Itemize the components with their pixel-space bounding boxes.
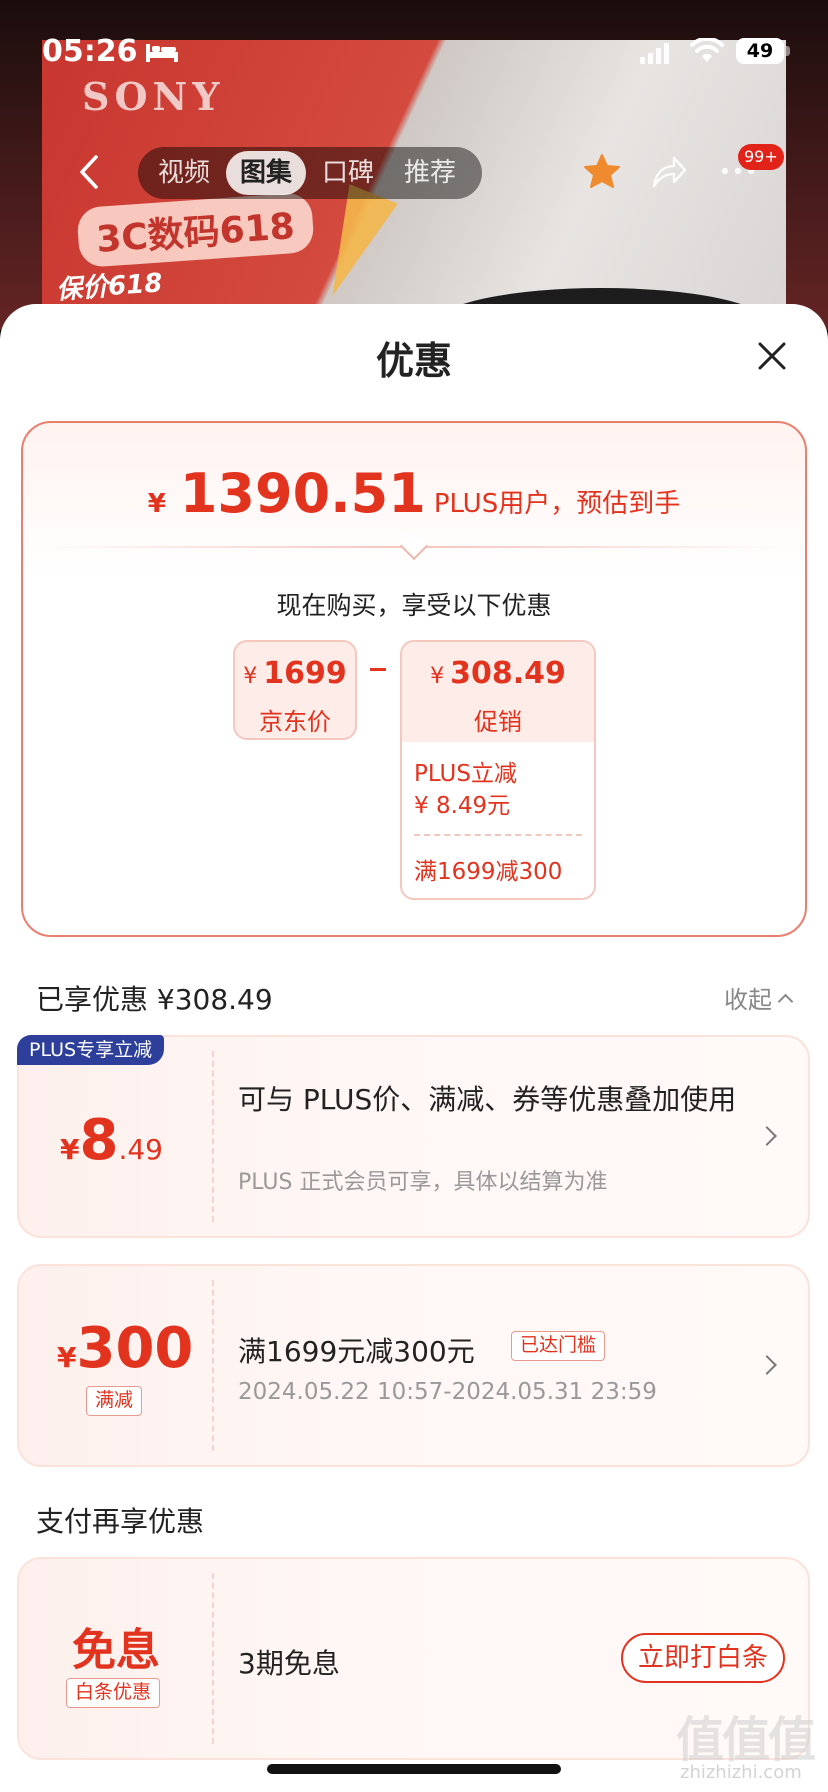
watermark-url: zhizhizhi.com — [680, 1762, 802, 1783]
close-icon[interactable] — [756, 340, 788, 372]
estimated-price: ¥1390.51 PLUS用户，预估到手 — [0, 462, 828, 525]
promo-item-plus: PLUS立减 ¥ 8.49元 — [414, 761, 517, 819]
promo-item-full-reduction: 满1699减300 — [414, 859, 563, 885]
amount-integer: 300 — [76, 1316, 194, 1381]
currency-symbol: ¥ — [147, 489, 166, 519]
currency-symbol: ¥ — [60, 1133, 80, 1166]
promotion-header: ¥308.49 促销 — [402, 642, 594, 742]
banner-618-text: 3C数码618 — [76, 191, 315, 269]
favorite-star-icon[interactable] — [582, 152, 622, 192]
jd-currency: ¥ — [243, 664, 258, 689]
installment-label: 3期免息 — [238, 1647, 340, 1680]
promotion-amount: ¥308.49 — [402, 656, 594, 691]
amount-decimal: .49 — [118, 1133, 163, 1166]
card-divider — [212, 1573, 214, 1744]
jd-price-box: ¥1699 京东价 — [233, 640, 357, 740]
message-count-badge: 99+ — [738, 144, 784, 170]
plus-discount-title: 可与 PLUS价、满减、券等优惠叠加使用 — [238, 1083, 737, 1116]
full-reduction-amount: ¥300 — [57, 1316, 193, 1381]
tab-reviews[interactable]: 口碑 — [308, 151, 388, 195]
status-time: 05:26 — [42, 34, 138, 69]
banner-promo-text: 保价618 — [55, 268, 164, 306]
promo-currency: ¥ — [430, 664, 445, 689]
full-reduction-title: 满1699元减300元 — [238, 1335, 475, 1368]
plus-discount-amount: ¥8.49 — [60, 1108, 163, 1173]
baitiao-badge: 白条优惠 — [66, 1678, 161, 1708]
buy-now-text: 现在购买，享受以下优惠 — [276, 591, 552, 620]
full-reduction-badge: 满减 — [86, 1386, 143, 1416]
share-icon[interactable] — [650, 154, 688, 190]
threshold-reached-badge: 已达门槛 — [511, 1331, 606, 1361]
currency-symbol: ¥ — [57, 1341, 77, 1374]
back-arrow-icon[interactable] — [74, 154, 106, 190]
battery-icon: 49 — [736, 38, 784, 64]
status-bar: 05:26 49 — [0, 0, 828, 100]
collapse-label: 收起 — [724, 986, 772, 1014]
use-baitiao-button[interactable]: 立即打白条 — [621, 1633, 785, 1683]
promotion-amount-value: 308.49 — [450, 656, 566, 691]
tab-recommend[interactable]: 推荐 — [390, 151, 470, 195]
wifi-icon — [690, 38, 724, 62]
promotion-box: ¥308.49 促销 PLUS立减 ¥ 8.49元 满1699减300 — [400, 640, 596, 900]
sheet-title: 优惠 — [375, 339, 452, 383]
final-price: 1390.51 — [179, 462, 426, 525]
jd-price: ¥1699 — [235, 656, 355, 691]
chevron-up-icon — [777, 993, 794, 1010]
promo-divider — [414, 834, 582, 836]
card-divider — [212, 1280, 214, 1451]
interest-free-word: 免息 — [72, 1625, 160, 1676]
promotion-label: 促销 — [474, 708, 522, 736]
card-divider — [212, 1051, 214, 1222]
chevron-right-icon — [757, 1126, 777, 1146]
watermark-logo: 值值值 — [676, 1712, 816, 1768]
minus-sign — [370, 668, 386, 671]
chevron-right-icon — [757, 1355, 777, 1375]
plus-discount-subtitle: PLUS 正式会员可享，具体以结算为准 — [238, 1170, 608, 1195]
enjoyed-discount-title: 已享优惠 ¥308.49 — [36, 983, 273, 1016]
media-tabs: 视频 图集 口碑 推荐 — [138, 147, 482, 199]
home-indicator — [267, 1764, 561, 1774]
tab-gallery[interactable]: 图集 — [226, 151, 307, 195]
full-reduction-date: 2024.05.22 10:57-2024.05.31 23:59 — [238, 1379, 657, 1405]
jd-price-label: 京东价 — [259, 708, 331, 736]
lightning-graphic — [308, 184, 398, 306]
tab-video[interactable]: 视频 — [144, 151, 224, 195]
price-note: PLUS用户，预估到手 — [433, 489, 681, 519]
battery-tip — [786, 46, 790, 56]
collapse-button[interactable]: 收起 — [724, 980, 794, 1015]
amount-integer: 8 — [79, 1108, 119, 1173]
cellular-signal-icon — [640, 43, 669, 64]
sleep-mode-icon — [146, 44, 178, 62]
jd-price-value: 1699 — [263, 656, 347, 691]
payment-discount-title: 支付再享优惠 — [36, 1505, 205, 1538]
plus-exclusive-tag: PLUS专享立减 — [17, 1035, 165, 1065]
